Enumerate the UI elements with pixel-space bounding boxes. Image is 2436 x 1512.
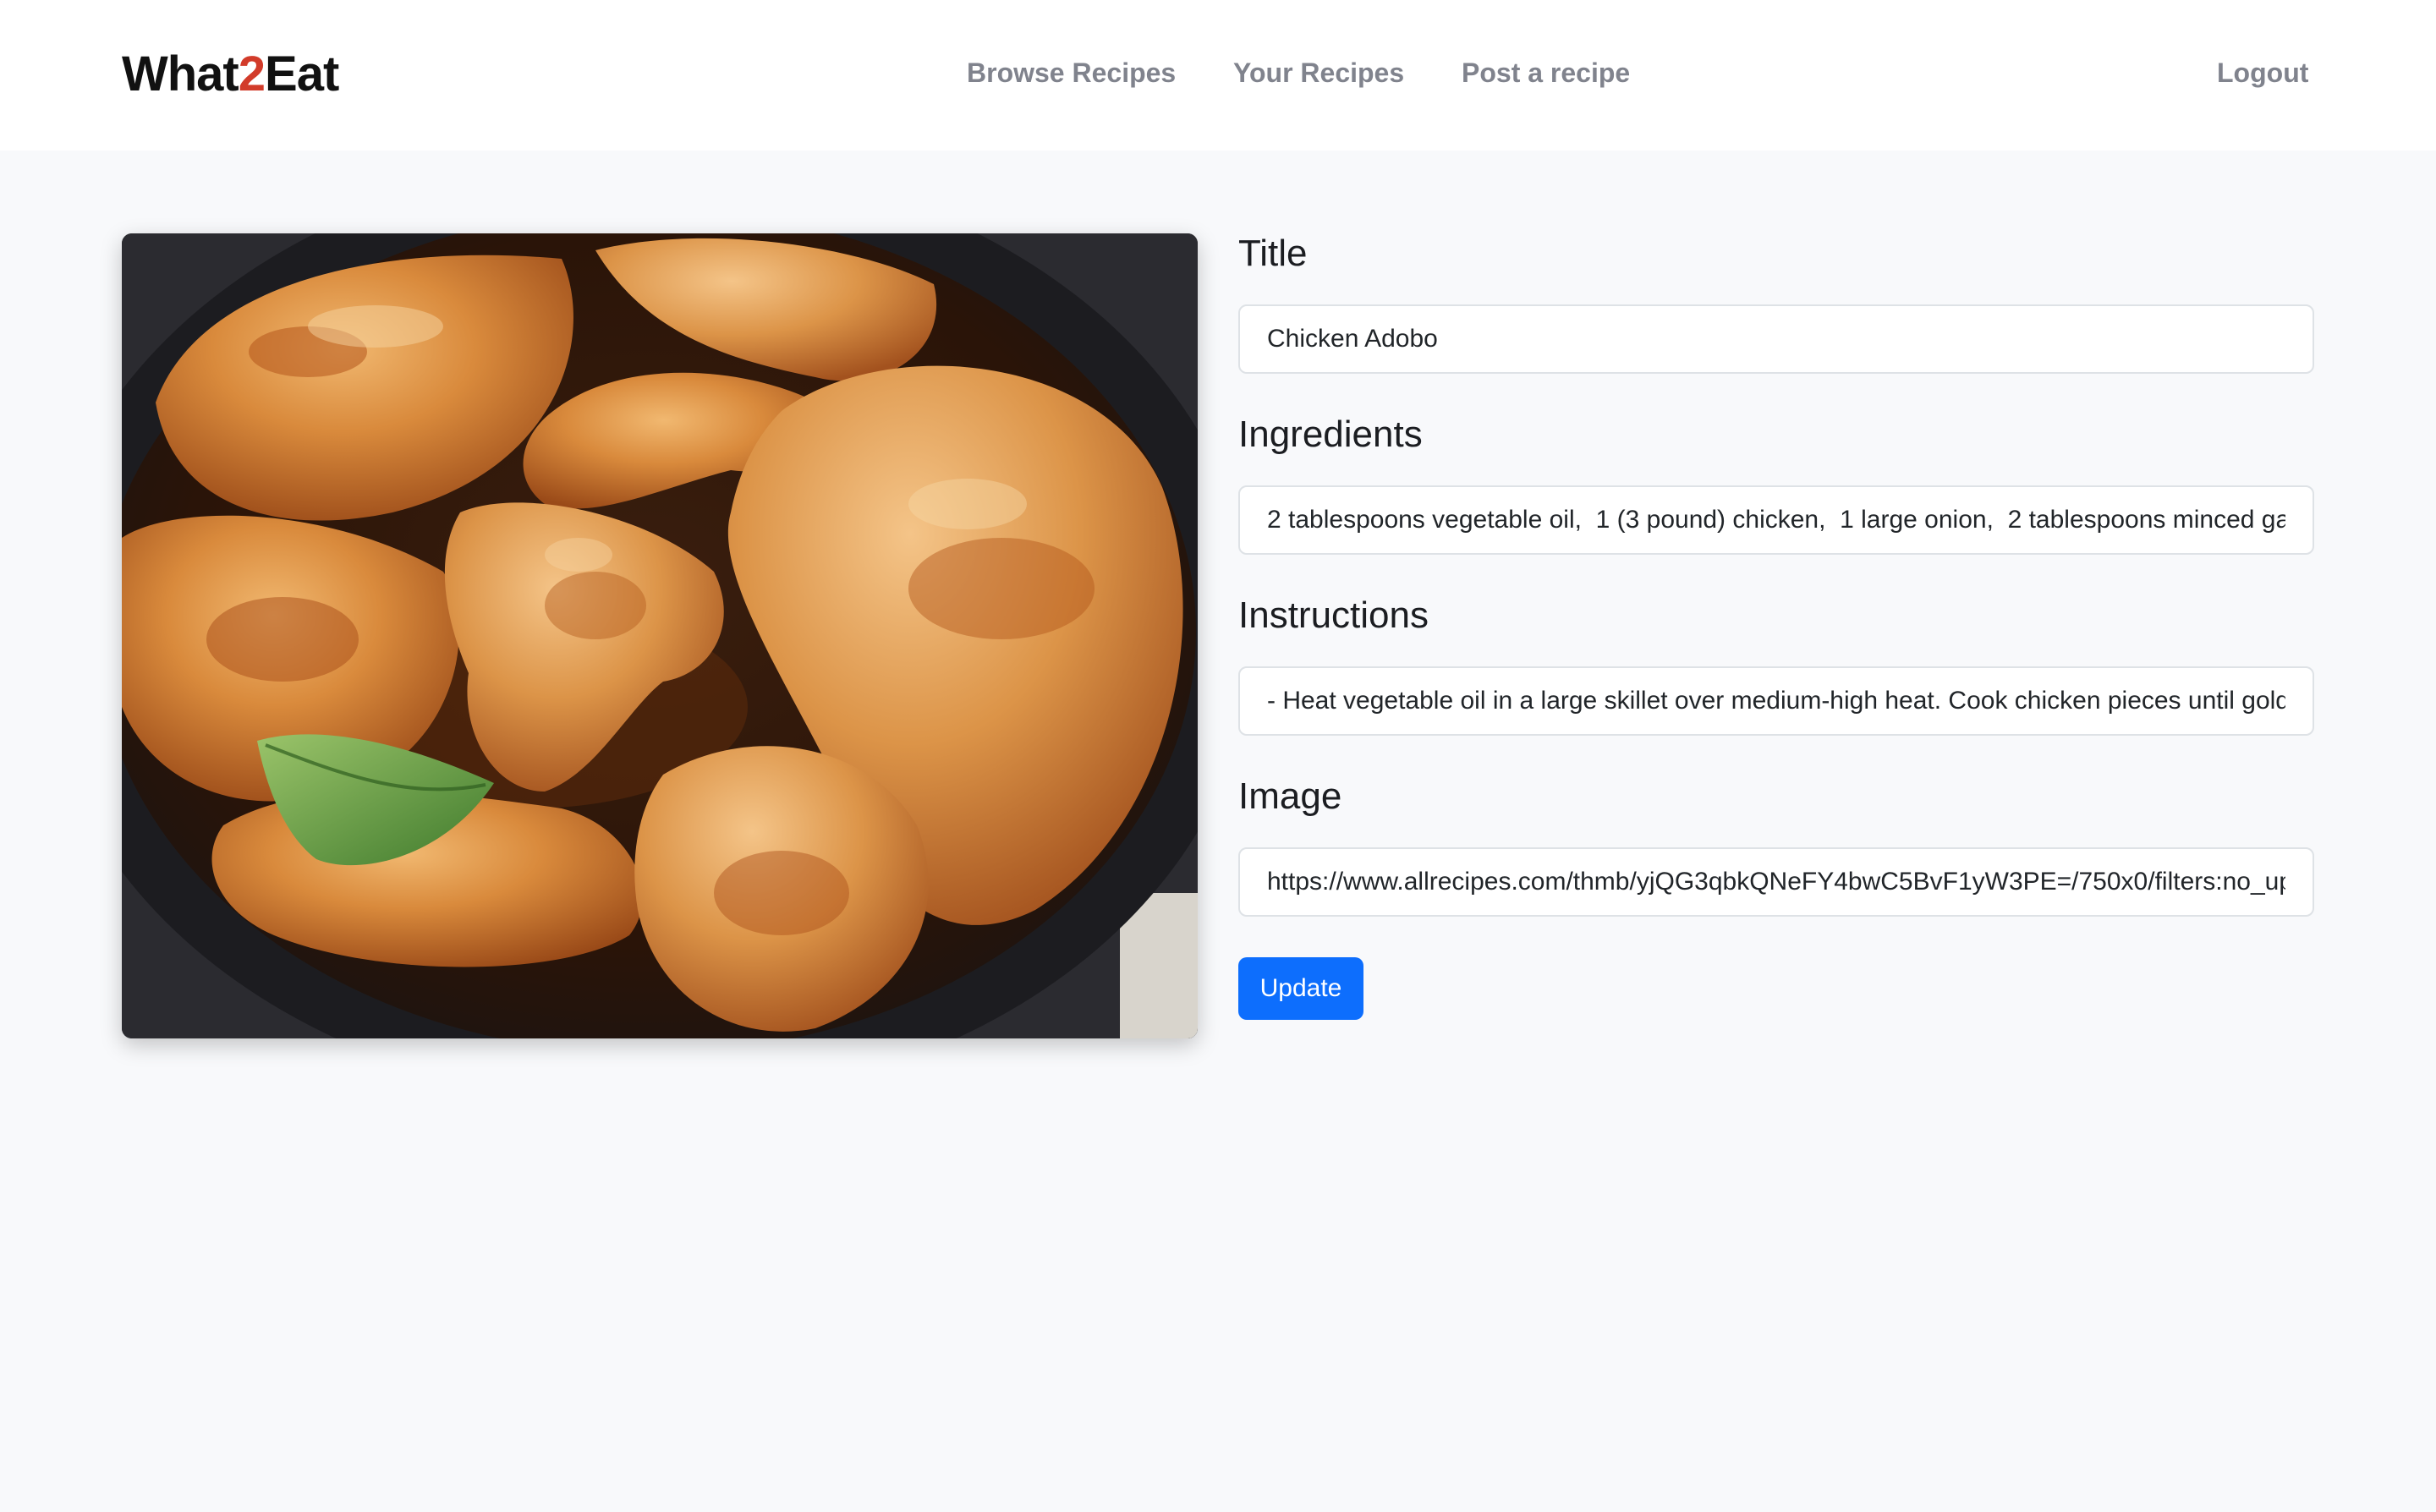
title-input[interactable]	[1238, 304, 2314, 374]
nav-your-recipes[interactable]: Your Recipes	[1233, 56, 1404, 90]
nav-post-recipe[interactable]: Post a recipe	[1462, 56, 1630, 90]
ingredients-input[interactable]	[1238, 485, 2314, 555]
image-url-input[interactable]	[1238, 847, 2314, 917]
title-label: Title	[1238, 233, 1308, 274]
update-button[interactable]: Update	[1238, 957, 1363, 1020]
ingredients-label: Ingredients	[1238, 414, 1423, 455]
recipe-photo	[122, 233, 1198, 1038]
nav-logout[interactable]: Logout	[2217, 56, 2308, 90]
nav-browse-recipes[interactable]: Browse Recipes	[967, 56, 1176, 90]
instructions-input[interactable]	[1238, 666, 2314, 736]
navbar: What2Eat Browse Recipes Your Recipes Pos…	[0, 0, 2436, 151]
brand-prefix: What	[122, 47, 239, 101]
brand-logo[interactable]: What2Eat	[122, 42, 339, 107]
instructions-label: Instructions	[1238, 594, 1429, 636]
recipe-image	[122, 233, 1198, 1038]
brand-suffix: Eat	[265, 47, 339, 101]
brand-number: 2	[238, 47, 266, 101]
image-label: Image	[1238, 775, 1342, 817]
